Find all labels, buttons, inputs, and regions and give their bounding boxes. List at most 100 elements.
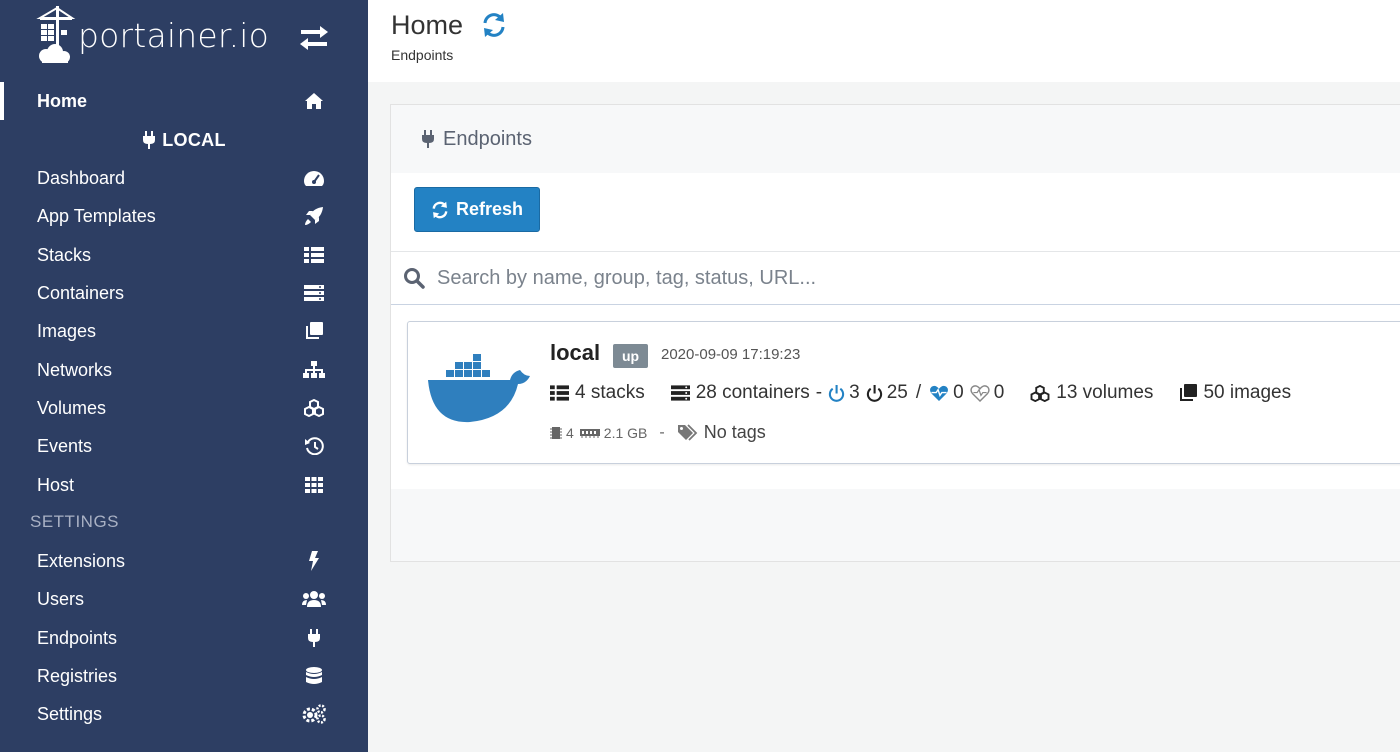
sidebar-item-images[interactable]: Images: [0, 312, 368, 350]
healthy-count: 0: [953, 382, 964, 403]
sidebar-item-label: Dashboard: [37, 167, 126, 188]
sidebar-item-label: Containers: [37, 282, 125, 303]
portainer-logo-icon: [36, 6, 76, 63]
refresh-button[interactable]: Refresh: [414, 187, 540, 232]
sidebar-item-label: Endpoints: [37, 627, 118, 648]
history-icon: [302, 436, 326, 456]
containers-count: 28 containers: [695, 382, 810, 403]
sidebar-item-label: Home: [37, 90, 88, 111]
portainer-logo[interactable]: portainer.io: [36, 4, 269, 66]
refresh-icon[interactable]: [481, 12, 507, 38]
containers-stat: 28 containers - 3 25 / 0 0: [670, 382, 1005, 404]
power-on-icon: [828, 384, 845, 402]
sidebar-item-label: Networks: [37, 359, 113, 380]
database-icon: [302, 666, 326, 686]
sidebar-item-label: Registries: [37, 665, 118, 686]
power-off-icon: [866, 384, 882, 402]
sidebar: portainer.io Home LOCAL Dashboard App Te…: [0, 0, 368, 752]
sidebar-item-app-templates[interactable]: App Templates: [0, 197, 368, 235]
page-header: Home Endpoints: [368, 0, 1400, 82]
sidebar-item-volumes[interactable]: Volumes: [0, 389, 368, 427]
stacks-stat: 4 stacks: [550, 382, 645, 404]
sidebar-item-label: Volumes: [37, 397, 107, 418]
stopped-count: 25: [886, 382, 908, 403]
settings-section-header: SETTINGS: [30, 512, 120, 531]
refresh-button-label: Refresh: [455, 199, 524, 219]
plug-icon: [302, 628, 326, 648]
volumes-stat: 13 volumes: [1030, 382, 1153, 404]
search-bar: [391, 251, 1400, 305]
sitemap-icon: [302, 360, 326, 380]
th-list-icon: [550, 385, 569, 401]
sidebar-item-containers[interactable]: Containers: [0, 274, 368, 312]
sidebar-item-settings[interactable]: Settings: [0, 695, 368, 733]
tags-icon: [677, 423, 697, 441]
tags: No tags: [677, 422, 766, 443]
docker-logo: [428, 354, 530, 423]
users-icon: [302, 589, 326, 609]
endpoint-timestamp: 2020-09-09 17:19:23: [661, 346, 801, 363]
sidebar-item-label: Extensions: [37, 550, 126, 571]
running-count: 3: [849, 382, 860, 403]
images-count: 50 images: [1203, 382, 1292, 403]
server-icon: [302, 283, 326, 303]
toggle-sidebar-icon[interactable]: [298, 24, 330, 52]
sidebar-item-dashboard[interactable]: Dashboard: [0, 159, 368, 197]
home-icon: [302, 91, 326, 111]
sidebar-item-label: Settings: [37, 703, 103, 724]
plug-icon: [143, 131, 156, 149]
page-title: Home: [391, 10, 464, 40]
sidebar-item-label: Users: [37, 588, 85, 609]
sidebar-item-endpoints[interactable]: Endpoints: [0, 619, 368, 657]
brand: portainer.io: [0, 0, 368, 82]
cubes-icon: [1030, 384, 1050, 402]
images-stat: 50 images: [1179, 382, 1291, 404]
sidebar-item-label: App Templates: [37, 205, 156, 226]
sidebar-item-label: Stacks: [37, 244, 92, 265]
endpoint-meta: 4 2.1 GB - No tags: [550, 422, 766, 443]
search-icon: [404, 268, 425, 289]
cogs-icon: [302, 704, 326, 724]
endpoint-name: LOCAL: [162, 129, 226, 150]
endpoints-widget: Endpoints Refresh Search by name, group,…: [390, 104, 1400, 562]
widget-header: Endpoints: [391, 105, 1400, 173]
cubes-icon: [302, 398, 326, 418]
separator: /: [915, 382, 922, 403]
search-input[interactable]: [437, 266, 1337, 290]
rocket-icon: [302, 206, 326, 226]
clone-icon: [302, 321, 326, 341]
sidebar-item-networks[interactable]: Networks: [0, 351, 368, 389]
bolt-icon: [302, 551, 326, 571]
sidebar-item-stacks[interactable]: Stacks: [0, 236, 368, 274]
plug-icon: [422, 130, 434, 148]
sidebar-item-label: Events: [37, 435, 93, 456]
sidebar-item-label: Host: [37, 474, 75, 495]
stacks-count: 4 stacks: [575, 382, 645, 403]
volumes-count: 13 volumes: [1056, 382, 1154, 403]
endpoint-stats: 4 stacks 28 containers - 3 25 / 0 0 13 v…: [550, 382, 1291, 404]
endpoint-section-header: LOCAL: [0, 121, 368, 159]
sidebar-item-events[interactable]: Events: [0, 427, 368, 465]
refresh-icon: [432, 201, 448, 218]
sidebar-item-registries[interactable]: Registries: [0, 657, 368, 695]
unhealthy-count: 0: [993, 382, 1005, 403]
clone-icon: [1180, 384, 1198, 401]
th-icon: [302, 475, 326, 495]
widget-title: Endpoints: [443, 127, 532, 150]
endpoint-card[interactable]: local up 2020-09-09 17:19:23 4 stacks 28…: [407, 321, 1400, 464]
widget-body: Refresh local up 2020-09-09 17:19:23: [391, 173, 1400, 489]
breadcrumb: Endpoints: [391, 47, 454, 63]
sidebar-item-extensions[interactable]: Extensions: [0, 542, 368, 580]
heartbeat-outline-icon: [970, 384, 990, 402]
tags-label: No tags: [703, 422, 766, 442]
separator: -: [815, 382, 823, 403]
sidebar-item-home[interactable]: Home: [0, 82, 368, 120]
status-badge: up: [613, 344, 649, 368]
sidebar-item-users[interactable]: Users: [0, 580, 368, 618]
sidebar-item-host[interactable]: Host: [0, 466, 368, 504]
tachometer-icon: [302, 168, 326, 188]
endpoint-name: local: [550, 340, 601, 365]
sidebar-item-label: Images: [37, 320, 97, 341]
microchip-icon: [550, 426, 562, 439]
memory-icon: [579, 428, 600, 438]
